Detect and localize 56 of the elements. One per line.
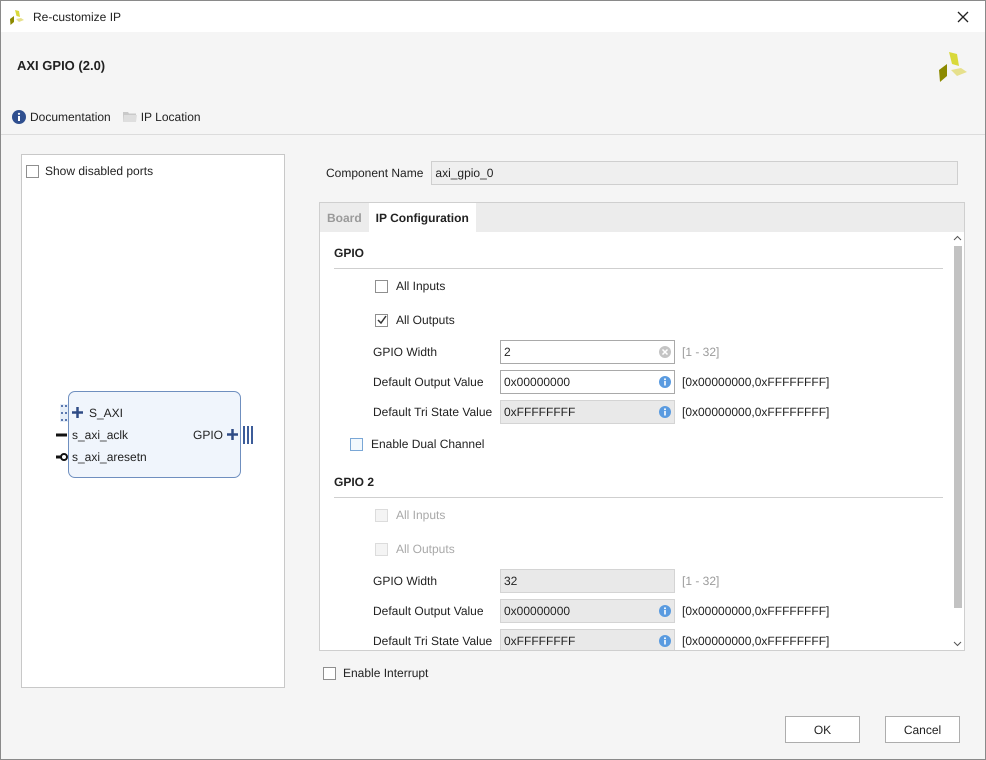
port-label: s_axi_aclk — [72, 426, 128, 444]
field-label: Default Output Value — [373, 603, 485, 620]
checkbox-label: All Outputs — [396, 541, 455, 558]
logo-icon — [937, 50, 969, 82]
inverted-pin-icon — [56, 452, 68, 462]
bus-pin-icon — [60, 404, 68, 422]
range-hint: [0x00000000,0xFFFFFFFF] — [682, 404, 830, 421]
checkbox-label: All Inputs — [396, 507, 446, 524]
clear-icon[interactable] — [659, 346, 671, 358]
checkbox[interactable] — [375, 280, 388, 292]
checkbox[interactable] — [350, 438, 363, 450]
range-hint: [0x00000000,0xFFFFFFFF] — [682, 374, 830, 391]
plus-icon — [227, 429, 238, 440]
port-label: s_axi_aresetn — [72, 448, 147, 466]
range-hint: [0x00000000,0xFFFFFFFF] — [682, 633, 830, 650]
port-label: GPIO — [192, 426, 223, 444]
ip-block[interactable]: S_AXI s_axi_aclk s_axi_aresetn GPIO — [68, 391, 241, 478]
checkbox-label: Show disabled ports — [45, 163, 154, 180]
input-field[interactable]: 0x00000000 — [500, 370, 675, 394]
range-hint: [1 - 32] — [682, 573, 720, 590]
info-icon[interactable] — [659, 376, 671, 388]
bus-pin-icon — [243, 426, 253, 444]
input-field[interactable]: axi_gpio_0 — [431, 161, 958, 185]
field-label: Default Output Value — [373, 374, 485, 391]
header-link[interactable]: IP Location — [122, 108, 201, 126]
logo-icon — [9, 8, 25, 24]
checkbox-label: Enable Interrupt — [343, 665, 428, 682]
window-title: Re-customize IP — [33, 8, 122, 26]
header-link[interactable]: Documentation — [12, 108, 111, 126]
checkbox[interactable] — [323, 666, 336, 680]
checkbox[interactable] — [375, 314, 388, 326]
range-hint: [1 - 32] — [682, 344, 720, 361]
checkmark-icon — [376, 315, 386, 325]
field-label: GPIO Width — [373, 573, 438, 590]
checkbox-label: All Inputs — [396, 278, 446, 295]
info-icon — [12, 110, 26, 124]
scrollbar-thumb[interactable] — [954, 246, 962, 608]
checkbox-label: Enable Dual Channel — [371, 436, 484, 453]
field-label: GPIO Width — [373, 344, 438, 361]
dialog-button[interactable]: OK — [785, 716, 860, 743]
dialog-button[interactable]: Cancel — [885, 716, 960, 743]
section-heading: GPIO 2 — [334, 473, 943, 498]
checkbox-label: All Outputs — [396, 312, 455, 329]
close-icon[interactable] — [957, 10, 969, 22]
port-label: S_AXI — [89, 404, 124, 422]
ip-title: AXI GPIO (2.0) — [17, 57, 106, 76]
field-label: Component Name — [326, 165, 424, 182]
input-field[interactable]: 2 — [500, 340, 675, 364]
tab[interactable]: IP Configuration — [368, 203, 476, 232]
field-label: Default Tri State Value — [373, 633, 494, 650]
folder-icon — [122, 111, 137, 123]
checkbox[interactable] — [26, 164, 39, 178]
range-hint: [0x00000000,0xFFFFFFFF] — [682, 603, 830, 620]
section-heading: GPIO — [334, 244, 943, 269]
plus-icon — [72, 407, 83, 418]
field-label: Default Tri State Value — [373, 404, 494, 421]
